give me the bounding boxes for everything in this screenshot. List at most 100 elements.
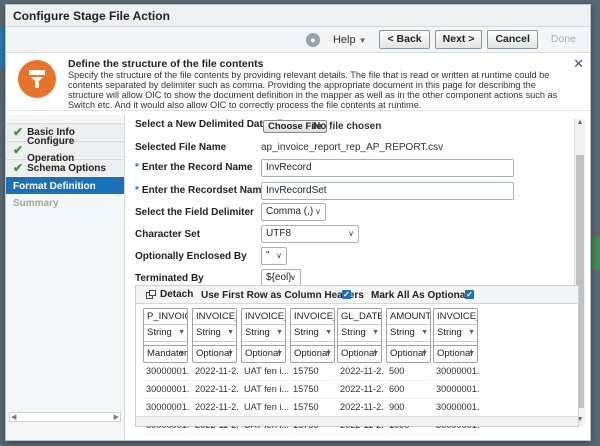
enclosed-by-select[interactable]: " ∨ bbox=[261, 247, 287, 265]
select-file-row: Select a New Delimited Data File Choose … bbox=[135, 119, 575, 135]
column-definition: INVOICE_AString▼ Optional▼ bbox=[290, 308, 335, 363]
nav-item-configure-operation[interactable]: ✔ Configure Operation bbox=[6, 136, 124, 164]
back-button[interactable]: < Back bbox=[379, 30, 430, 49]
table-cell: 500 bbox=[386, 363, 431, 381]
chevron-down-icon: ▼ bbox=[276, 350, 283, 357]
table-cell: 900 bbox=[386, 399, 431, 417]
scroll-right-icon[interactable]: ▶ bbox=[114, 413, 119, 421]
column-header[interactable]: INVOICE_N bbox=[242, 309, 285, 325]
done-button[interactable]: Done bbox=[543, 30, 584, 49]
chevron-down-icon: ▼ bbox=[276, 329, 283, 336]
chevron-down-icon: ▼ bbox=[372, 350, 379, 357]
chevron-down-icon: ∨ bbox=[290, 273, 296, 282]
column-required-select[interactable]: Optional ▼ bbox=[291, 345, 334, 362]
column-cell: AMOUNT String ▼ Optional ▼ bbox=[386, 308, 431, 363]
column-header[interactable]: INVOICE_ID bbox=[434, 309, 477, 325]
mark-optional-label: Mark All As Optional bbox=[371, 290, 469, 301]
column-type-select[interactable]: String ▼ bbox=[338, 325, 381, 342]
table-cell: 2022-11-2... bbox=[192, 381, 239, 399]
format-definition-panel: ▲ ▼ Select a New Delimited Data File Cho… bbox=[126, 115, 590, 440]
nav-item-summary: Summary bbox=[6, 195, 124, 212]
table-row: 30000001...2022-11-2...UAT fen i...15750… bbox=[143, 363, 480, 381]
detach-label: Detach bbox=[160, 289, 194, 300]
recordset-name-input[interactable]: InvRecordSet bbox=[261, 182, 514, 200]
table-cell: 15750 bbox=[290, 363, 335, 381]
recordset-name-label: Enter the Recordset Name bbox=[141, 185, 267, 196]
column-required-select[interactable]: Optional ▼ bbox=[387, 345, 430, 362]
charset-value: UTF8 bbox=[266, 228, 291, 239]
checkmark-icon: ✔ bbox=[13, 142, 24, 157]
dialog-toolbar: ● Help ▼ < Back Next > Cancel Done bbox=[6, 27, 590, 53]
user-status-icon[interactable]: ● bbox=[305, 32, 320, 47]
enclosed-by-value: " bbox=[266, 250, 270, 261]
column-type-select[interactable]: String ▼ bbox=[242, 325, 285, 342]
scroll-left-icon[interactable]: ◀ bbox=[11, 413, 16, 421]
table-cell: UAT fen i... bbox=[241, 363, 288, 381]
table-cell: 2022-11-2... bbox=[337, 399, 384, 417]
first-row-header-checkbox[interactable]: ✓ bbox=[342, 290, 351, 299]
column-grid: Detach Use First Row as Column Headers ✓… bbox=[135, 285, 579, 435]
column-header[interactable]: INVOICE_D bbox=[193, 309, 236, 325]
column-type-select[interactable]: String ▼ bbox=[193, 325, 236, 342]
nav-item-label: Format Definition bbox=[13, 180, 96, 192]
chevron-down-icon: ∨ bbox=[315, 207, 321, 216]
table-cell: 2022-11-2... bbox=[337, 363, 384, 381]
grid-toolbar: Detach Use First Row as Column Headers ✓… bbox=[136, 286, 578, 304]
column-type-value: String bbox=[245, 327, 270, 338]
column-type-select[interactable]: String ▼ bbox=[387, 325, 430, 342]
column-header[interactable]: AMOUNT bbox=[387, 309, 430, 325]
record-name-input[interactable]: InvRecord bbox=[261, 159, 514, 177]
column-required-select[interactable]: Mandatory▼ bbox=[144, 345, 187, 362]
column-type-value: String bbox=[196, 327, 221, 338]
no-file-text: No file chosen bbox=[313, 121, 382, 132]
selected-file-value: ap_invoice_report_rep_AP_REPORT.csv bbox=[261, 142, 444, 153]
detach-button[interactable]: Detach bbox=[146, 289, 193, 300]
nav-item-format-definition[interactable]: Format Definition bbox=[6, 177, 124, 194]
column-required-select[interactable]: Optional ▼ bbox=[338, 345, 381, 362]
column-type-select[interactable]: String ▼ bbox=[291, 325, 334, 342]
table-row: 30000001...2022-11-2...UAT fen i...15750… bbox=[143, 381, 480, 399]
mark-optional-checkbox[interactable]: ✓ bbox=[465, 290, 474, 299]
checkmark-icon: ✔ bbox=[13, 124, 24, 139]
column-required-select[interactable]: Optional ▼ bbox=[434, 345, 477, 362]
table-cell: 2022-11-2... bbox=[192, 363, 239, 381]
table-cell: 30000001... bbox=[143, 363, 190, 381]
cancel-button[interactable]: Cancel bbox=[487, 30, 538, 49]
column-definition: INVOICE_NString▼Optional▼ bbox=[241, 308, 286, 363]
background-tab bbox=[592, 236, 600, 270]
table-cell: 30000001... bbox=[433, 363, 480, 381]
charset-select[interactable]: UTF8 ∨ bbox=[261, 225, 359, 243]
column-type-value: String bbox=[294, 327, 319, 338]
column-header[interactable]: GL_DATE bbox=[338, 309, 381, 325]
table-cell: 30000001... bbox=[433, 381, 480, 399]
info-banner: Define the structure of the file content… bbox=[6, 53, 590, 111]
table-cell: 30000001... bbox=[143, 399, 190, 417]
scroll-up-icon[interactable]: ▲ bbox=[575, 119, 585, 129]
terminated-by-value: ${eol} bbox=[266, 272, 292, 283]
record-name-label-row: * Enter the Record Name bbox=[135, 162, 253, 173]
next-button[interactable]: Next > bbox=[434, 30, 483, 49]
nav-horizontal-scrollbar[interactable]: ◀ ▶ bbox=[9, 412, 121, 422]
column-type-value: String bbox=[390, 327, 415, 338]
column-type-select[interactable]: String ▼ bbox=[434, 325, 477, 342]
column-type-select[interactable]: String ▼ bbox=[144, 325, 187, 342]
close-icon[interactable]: ✕ bbox=[573, 56, 584, 72]
column-type-value: String bbox=[437, 327, 462, 338]
table-cell: UAT fen i... bbox=[241, 381, 288, 399]
configure-stage-file-dialog: Configure Stage File Action ● Help ▼ < Ba… bbox=[5, 4, 591, 441]
column-header[interactable]: INVOICE_A bbox=[291, 309, 334, 325]
grid-horizontal-scrollbar[interactable] bbox=[136, 416, 578, 426]
chevron-down-icon: ▼ bbox=[227, 350, 234, 357]
chevron-down-icon: ∨ bbox=[276, 251, 282, 260]
column-header[interactable]: P_INVOICE bbox=[144, 309, 187, 325]
dialog-title: Configure Stage File Action bbox=[6, 5, 590, 27]
column-definition: P_INVOICEString▼ Mandatory▼ bbox=[143, 308, 188, 363]
field-delimiter-select[interactable]: Comma (,) ∨ bbox=[261, 203, 326, 221]
info-title: Define the structure of the file content… bbox=[68, 58, 264, 70]
column-required-select[interactable]: Optional ▼ bbox=[242, 345, 285, 362]
nav-item-label: Summary bbox=[13, 198, 59, 209]
column-required-select[interactable]: Optional ▼ bbox=[193, 345, 236, 362]
column-definition: INVOICE_IDString▼ Optional▼ bbox=[433, 308, 478, 363]
help-menu[interactable]: Help ▼ bbox=[333, 34, 367, 46]
column-definition: GL_DATE String ▼ Optional ▼ bbox=[337, 308, 382, 363]
